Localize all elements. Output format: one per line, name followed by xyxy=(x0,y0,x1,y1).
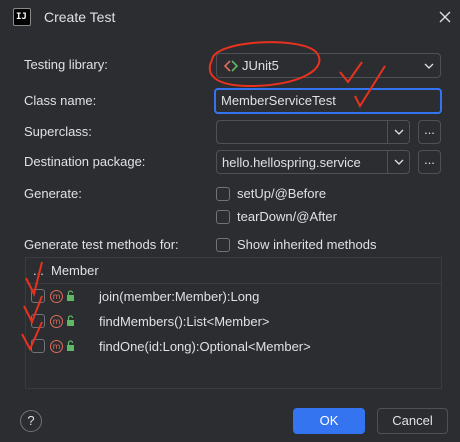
methods-label: Generate test methods for: xyxy=(24,237,179,252)
junit-icon xyxy=(224,60,238,72)
chevron-down-icon xyxy=(394,159,404,165)
destination-value: hello.hellospring.service xyxy=(222,155,361,170)
table-row[interactable]: m findMembers():List<Member> xyxy=(26,309,441,334)
testing-library-combo[interactable]: JUnit5 xyxy=(216,53,441,78)
member-table: ... Member m join(member:Member):Long m … xyxy=(25,257,442,389)
superclass-label: Superclass: xyxy=(24,124,92,139)
teardown-checkbox[interactable] xyxy=(216,210,230,224)
table-row[interactable]: m join(member:Member):Long xyxy=(26,284,441,309)
public-lock-icon xyxy=(67,290,74,301)
close-icon xyxy=(439,11,451,23)
destination-browse-button[interactable]: ... xyxy=(418,150,441,174)
member-column-header: Member xyxy=(51,263,99,278)
class-name-label: Class name: xyxy=(24,93,97,108)
dialog-title: Create Test xyxy=(44,9,116,25)
generate-label: Generate: xyxy=(24,186,82,201)
help-button[interactable]: ? xyxy=(20,410,42,432)
public-lock-icon xyxy=(67,315,74,326)
class-name-value: MemberServiceTest xyxy=(221,93,336,108)
method-signature: findMembers():List<Member> xyxy=(99,314,270,329)
chevron-down-icon xyxy=(394,129,404,135)
method-icon: m xyxy=(50,290,63,303)
testing-library-label: Testing library: xyxy=(24,57,108,72)
create-test-dialog: IJ Create Test Testing library: JUnit5 C… xyxy=(0,0,460,442)
close-button[interactable] xyxy=(434,6,456,28)
chevron-down-icon xyxy=(424,63,434,69)
cancel-button[interactable]: Cancel xyxy=(377,408,448,434)
ok-button[interactable]: OK xyxy=(293,408,365,434)
method-icon: m xyxy=(50,315,63,328)
superclass-browse-button[interactable]: ... xyxy=(418,120,441,144)
title-bar: IJ Create Test xyxy=(0,0,460,34)
teardown-label: tearDown/@After xyxy=(237,209,337,224)
testing-library-value: JUnit5 xyxy=(242,58,279,73)
setup-label: setUp/@Before xyxy=(237,186,327,201)
destination-label: Destination package: xyxy=(24,154,146,169)
setup-checkbox[interactable] xyxy=(216,187,230,201)
row-checkbox[interactable] xyxy=(31,314,45,328)
inherited-checkbox[interactable] xyxy=(216,238,230,252)
method-signature: findOne(id:Long):Optional<Member> xyxy=(99,339,311,354)
table-row[interactable]: m findOne(id:Long):Optional<Member> xyxy=(26,334,441,359)
class-name-field[interactable]: MemberServiceTest xyxy=(214,88,442,114)
destination-combo[interactable]: hello.hellospring.service xyxy=(216,150,410,174)
method-icon: m xyxy=(50,340,63,353)
row-checkbox[interactable] xyxy=(31,289,45,303)
method-signature: join(member:Member):Long xyxy=(99,289,260,304)
intellij-icon: IJ xyxy=(13,8,31,26)
public-lock-icon xyxy=(67,340,74,351)
destination-dropdown[interactable] xyxy=(387,151,409,173)
table-header: ... Member xyxy=(26,258,441,284)
superclass-dropdown[interactable] xyxy=(387,121,409,143)
superclass-combo[interactable] xyxy=(216,120,410,144)
select-all-column[interactable]: ... xyxy=(33,263,44,278)
row-checkbox[interactable] xyxy=(31,339,45,353)
inherited-label: Show inherited methods xyxy=(237,237,377,252)
